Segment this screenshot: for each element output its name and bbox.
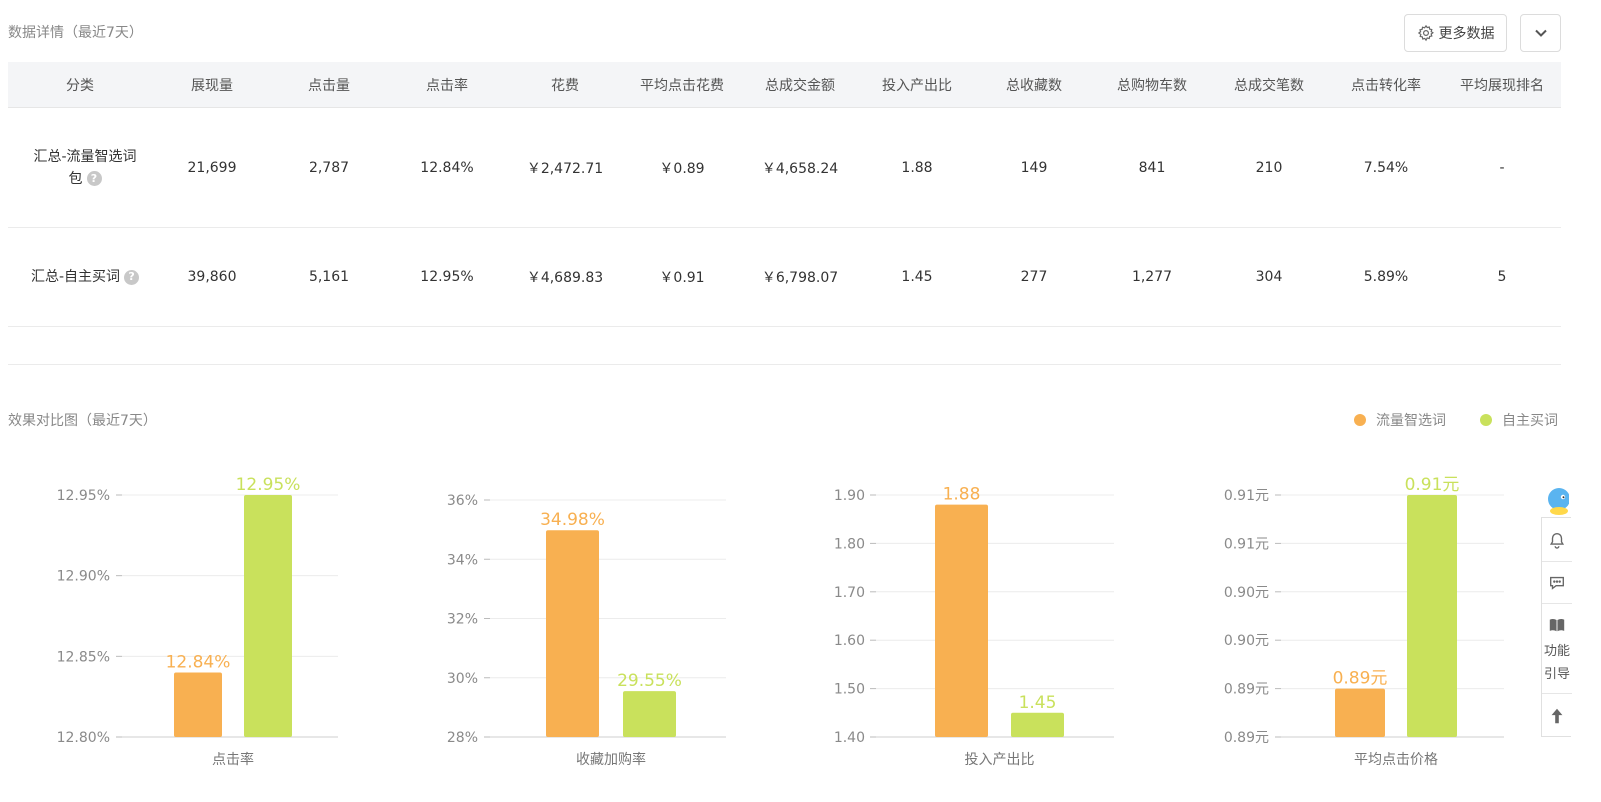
y-tick-label: 1.80 (834, 536, 865, 552)
y-tick-label: 32% (447, 612, 478, 628)
data-label: 1.88 (943, 485, 981, 505)
bar (935, 504, 988, 737)
y-tick-label: 0.89元 (1224, 682, 1269, 698)
y-tick-label: 1.40 (834, 730, 865, 746)
y-tick-label: 0.91元 (1224, 488, 1269, 504)
y-tick-label: 28% (447, 730, 478, 746)
data-label: 12.95% (236, 475, 301, 495)
y-tick-label: 0.90元 (1224, 633, 1269, 649)
bar (1407, 495, 1457, 737)
data-label: 29.55% (617, 671, 682, 691)
mascot-icon[interactable] (1545, 486, 1569, 516)
y-tick-label: 1.60 (834, 633, 865, 649)
x-axis-label: 平均点击价格 (1354, 752, 1438, 768)
y-tick-label: 12.90% (57, 569, 110, 585)
x-axis-label: 点击率 (212, 751, 254, 768)
bar (1335, 688, 1385, 737)
y-tick-label: 0.90元 (1224, 585, 1269, 601)
feature-guide-button[interactable]: 功能 引导 (1542, 604, 1572, 694)
chat-icon (1550, 576, 1564, 590)
y-tick-label: 0.89元 (1224, 730, 1269, 746)
guide-label-1: 功能 (1543, 643, 1570, 659)
guide-label-2: 引导 (1543, 666, 1570, 682)
data-label: 12.84% (166, 652, 231, 672)
side-toolbar: 功能 引导 (1541, 517, 1572, 738)
y-tick-label: 12.85% (57, 649, 110, 665)
data-label: 0.91元 (1405, 475, 1460, 495)
bar (244, 495, 292, 737)
book-icon (1549, 618, 1565, 631)
x-axis-label: 收藏加购率 (576, 751, 646, 768)
back-to-top-button[interactable] (1542, 694, 1572, 738)
y-tick-label: 1.70 (834, 585, 865, 601)
notification-button[interactable] (1542, 518, 1572, 562)
bar (546, 530, 599, 737)
y-tick-label: 34% (447, 552, 478, 568)
y-tick-label: 36% (447, 493, 478, 509)
y-tick-label: 12.95% (57, 488, 110, 504)
data-label: 1.45 (1019, 693, 1057, 713)
bar (1011, 712, 1064, 737)
y-tick-label: 0.91元 (1224, 536, 1269, 552)
bell-icon (1549, 532, 1565, 549)
bar (623, 691, 676, 737)
y-tick-label: 1.50 (834, 682, 865, 698)
x-axis-label: 投入产出比 (965, 752, 1035, 768)
data-label: 34.98% (540, 510, 605, 530)
bar (174, 672, 222, 737)
charts-area: 12.80% 12.85% 12.90% 12.95% 12.84% 12.95% 点击率 2… (57, 475, 1504, 768)
data-label: 0.89元 (1333, 669, 1388, 689)
y-tick-label: 30% (447, 671, 478, 687)
message-button[interactable] (1542, 562, 1572, 604)
arrow-up-icon (1551, 708, 1563, 724)
y-tick-label: 12.80% (57, 730, 110, 746)
y-tick-label: 1.90 (834, 488, 865, 504)
